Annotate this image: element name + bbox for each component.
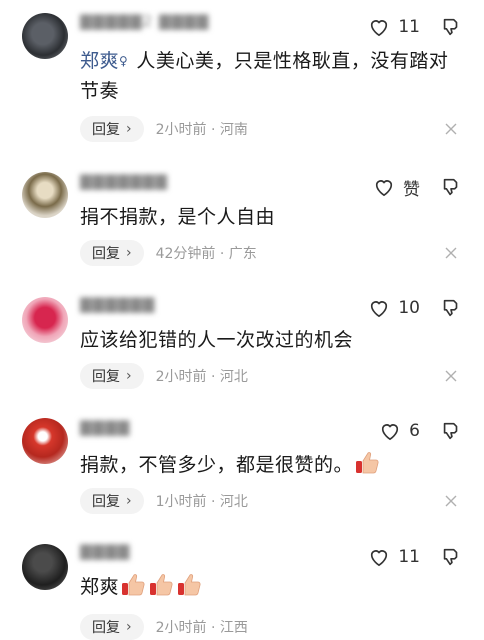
chevron-right-icon: › (126, 121, 132, 137)
like-button[interactable]: 6 (379, 420, 420, 442)
comment-body: 人美心美，只是性格耿直，没有踏对节奏 (80, 50, 449, 102)
comment-time: 2小时前 (155, 620, 207, 636)
comment-meta: 回复 › 2小时前 · 河南 (80, 116, 248, 142)
comment-meta: 回复 › 2小时前 · 江西 (80, 614, 248, 640)
user-mention-icon: ♀ (119, 54, 129, 68)
chevron-right-icon: › (126, 368, 132, 384)
chevron-right-icon: › (126, 619, 132, 635)
comment-body: 郑爽 (80, 576, 120, 598)
author-name[interactable]: ▇▇▇▇ (80, 418, 130, 442)
reply-button[interactable]: 回复 › (80, 614, 144, 640)
comment-item: ▇▇▇▇ 6 捐款，不管多少，都是很赞的。 回复 › 1小时前 · 河北 (0, 408, 484, 533)
comment-text: 郑爽 (80, 572, 450, 602)
close-icon[interactable] (444, 494, 458, 508)
close-icon[interactable] (444, 246, 458, 260)
like-button[interactable]: 11 (368, 16, 420, 38)
comment-meta: 回复 › 2小时前 · 河北 (80, 363, 248, 389)
chevron-right-icon: › (126, 245, 132, 261)
heart-outline-icon (382, 424, 399, 441)
thumbs-down-outline-icon[interactable] (440, 176, 462, 198)
comment-location: 河北 (219, 494, 248, 510)
reply-button[interactable]: 回复 › (80, 116, 144, 142)
mention-link[interactable]: 郑爽 (80, 50, 119, 72)
reply-button[interactable]: 回复 › (80, 240, 144, 266)
thumbs-down-outline-icon[interactable] (440, 420, 462, 442)
author-name[interactable]: ▇▇▇▇▇▇ (80, 295, 155, 319)
like-count: 6 (409, 421, 420, 441)
meta-separator: · (206, 369, 220, 385)
comment-time: 42分钟前 (155, 246, 216, 262)
avatar[interactable] (22, 297, 68, 343)
heart-outline-icon (371, 550, 388, 567)
comment-time: 1小时前 (155, 494, 207, 510)
time-location: 2小时前 · 江西 (156, 617, 248, 637)
like-count: 赞 (403, 179, 420, 200)
thumbs-up-emoji (178, 574, 201, 596)
like-count: 11 (398, 547, 420, 567)
time-location: 42分钟前 · 广东 (156, 243, 257, 263)
comment-text: 捐款，不管多少，都是很赞的。 (80, 450, 450, 480)
reply-label: 回复 (92, 620, 120, 636)
comment-item: ▇▇▇▇▇▇ 10 应该给犯错的人一次改过的机会 回复 › 2小时前 · 河北 (0, 285, 484, 410)
avatar[interactable] (22, 13, 68, 59)
thumbs-up-emoji (150, 574, 173, 596)
reply-label: 回复 (92, 246, 120, 262)
comment-location: 河北 (219, 369, 248, 385)
comment-text: 郑爽♀ 人美心美，只是性格耿直，没有踏对节奏 (80, 46, 450, 106)
like-button[interactable]: 11 (368, 546, 420, 568)
avatar[interactable] (22, 418, 68, 464)
thumbs-up-emoji (122, 574, 145, 596)
heart-outline-icon (371, 301, 388, 318)
comment-item: ▇▇▇▇▇2 ▇▇▇▇ 11 郑爽♀ 人美心美，只是性格耿直，没有踏对节奏 回复 ›… (0, 0, 484, 142)
reply-button[interactable]: 回复 › (80, 363, 144, 389)
heart-outline-icon (371, 20, 388, 37)
like-count: 10 (398, 298, 420, 318)
comment-text: 捐不捐款，是个人自由 (80, 206, 276, 228)
close-icon[interactable] (444, 122, 458, 136)
thumbs-down-outline-icon[interactable] (440, 546, 462, 568)
thumbs-down-outline-icon[interactable] (440, 16, 462, 38)
time-location: 2小时前 · 河南 (156, 119, 248, 139)
reply-label: 回复 (92, 494, 120, 510)
thumbs-up-emoji (356, 452, 379, 474)
comment-meta: 回复 › 1小时前 · 河北 (80, 488, 248, 514)
comment-location: 广东 (228, 246, 257, 262)
thumbs-down-outline-icon[interactable] (440, 297, 462, 319)
like-count: 11 (398, 17, 420, 37)
meta-separator: · (206, 620, 220, 636)
comment-text: 应该给犯错的人一次改过的机会 (80, 329, 354, 351)
reply-label: 回复 (92, 122, 120, 138)
reply-label: 回复 (92, 369, 120, 385)
author-name[interactable]: ▇▇▇▇ (80, 542, 130, 566)
comment-body: 捐款，不管多少，都是很赞的。 (80, 454, 354, 476)
meta-separator: · (215, 246, 229, 262)
comment-location: 河南 (219, 122, 248, 138)
reply-button[interactable]: 回复 › (80, 488, 144, 514)
time-location: 1小时前 · 河北 (156, 491, 248, 511)
time-location: 2小时前 · 河北 (156, 366, 248, 386)
author-name[interactable]: ▇▇▇▇▇▇▇ (80, 172, 168, 196)
avatar[interactable] (22, 172, 68, 218)
comment-location: 江西 (219, 620, 248, 636)
heart-outline-icon (375, 180, 393, 197)
comment-time: 2小时前 (155, 122, 207, 138)
chevron-right-icon: › (126, 493, 132, 509)
like-button[interactable]: 10 (368, 297, 420, 319)
comment-item: ▇▇▇▇▇▇▇ 赞 捐不捐款，是个人自由 回复 › 42分钟前 · 广东 (0, 160, 484, 285)
comment-time: 2小时前 (155, 369, 207, 385)
meta-separator: · (206, 494, 220, 510)
meta-separator: · (206, 122, 220, 138)
like-button[interactable]: 赞 (373, 176, 420, 200)
comment-meta: 回复 › 42分钟前 · 广东 (80, 240, 257, 266)
close-icon[interactable] (444, 369, 458, 383)
author-name[interactable]: ▇▇▇▇▇2 ▇▇▇▇ (80, 12, 209, 36)
avatar[interactable] (22, 544, 68, 590)
comment-item: ▇▇▇▇ 11 郑爽 回复 › 2小时前 · 江西 (0, 532, 484, 640)
